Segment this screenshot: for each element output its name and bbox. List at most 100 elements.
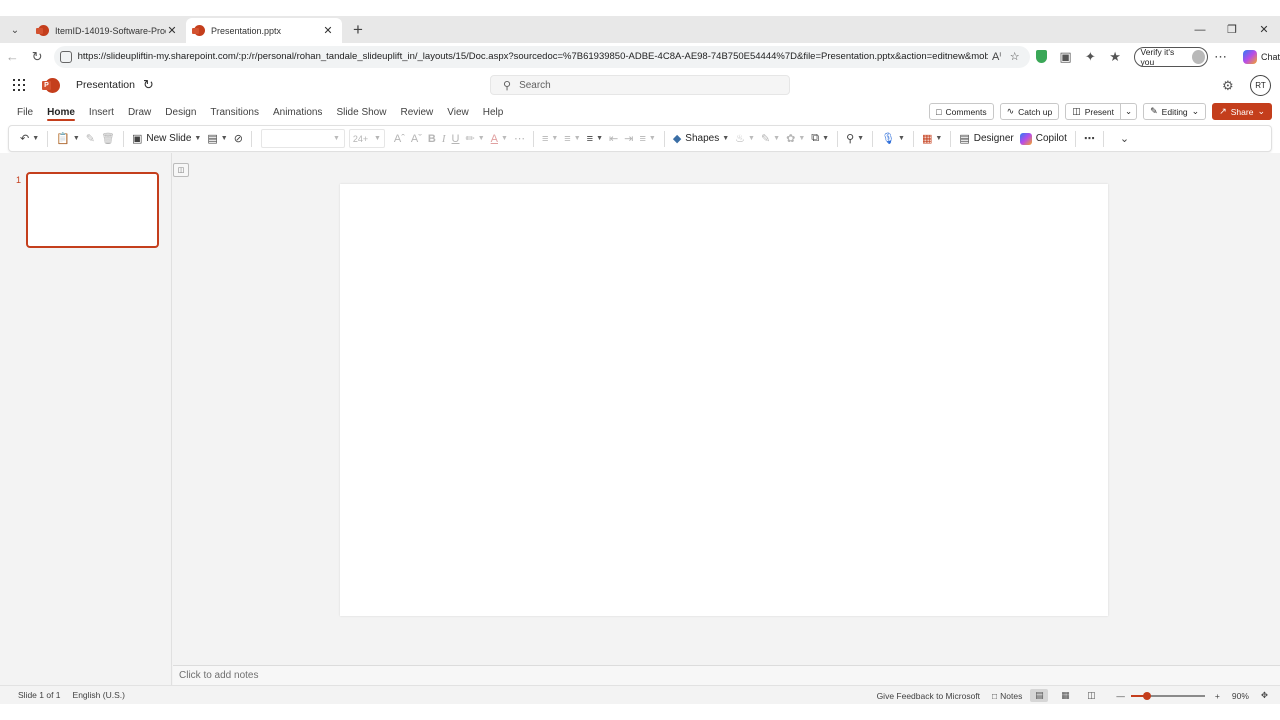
new-tab-plus-icon[interactable]: +	[346, 18, 370, 42]
minimize-icon[interactable]: —	[1184, 16, 1216, 43]
verify-label: Verify it's you	[1140, 46, 1175, 67]
font-family-select[interactable]: ▼	[260, 129, 345, 148]
window-controls: — ❐ ✕	[1184, 16, 1280, 43]
feedback-link[interactable]: Give Feedback to Microsoft	[877, 691, 980, 701]
fit-to-window-icon[interactable]: ✥	[1261, 690, 1268, 701]
slide-sorter-icon[interactable]: ▦	[1056, 689, 1074, 702]
chevron-down-icon: ▼	[898, 135, 905, 142]
highlight-button[interactable]: ✏ ▼	[463, 128, 488, 149]
tab-draw[interactable]: Draw	[121, 100, 158, 124]
document-title[interactable]: Presentation	[76, 79, 135, 91]
hide-slide-button[interactable]: ⊘	[231, 128, 246, 149]
tab-view[interactable]: View	[440, 100, 476, 124]
expand-ribbon-button[interactable]: ⌄	[1117, 128, 1132, 149]
restore-icon[interactable]: ❐	[1216, 16, 1248, 43]
designer-button[interactable]: ▤ Designer	[956, 128, 1016, 149]
zoom-out-icon[interactable]: —	[1116, 691, 1125, 701]
comments-button[interactable]: □ Comments	[929, 103, 994, 120]
layout-button[interactable]: ▤ ▼	[204, 128, 230, 149]
shapes-button[interactable]: ◆ Shapes ▼	[670, 128, 732, 149]
tab-help[interactable]: Help	[476, 100, 511, 124]
chevron-down-icon: ▼	[773, 135, 781, 142]
italic-button[interactable]: I	[439, 128, 449, 149]
dictate-button[interactable]: 🎙 ▼	[878, 128, 908, 149]
zoom-slider-handle[interactable]	[1143, 691, 1152, 700]
verify-profile-button[interactable]: Verify it's you	[1133, 46, 1209, 67]
underline-button[interactable]: U	[449, 128, 463, 149]
close-window-icon[interactable]: ✕	[1248, 16, 1280, 43]
tab-home[interactable]: Home	[40, 100, 82, 124]
slide-canvas[interactable]	[340, 184, 1108, 616]
tab-transitions[interactable]: Transitions	[203, 100, 266, 124]
avatar[interactable]: RT	[1250, 75, 1271, 96]
extensions-puzzle-icon[interactable]: ✦	[1078, 45, 1103, 69]
format-painter-button[interactable]: ✎	[83, 128, 98, 149]
app-launcher-icon[interactable]	[13, 79, 25, 91]
tab-slide-show[interactable]: Slide Show	[329, 100, 393, 124]
paragraph-options-button[interactable]: ≡ ▼	[636, 128, 658, 149]
paste-button[interactable]: 📋 ▼	[53, 128, 83, 149]
collapse-pane-icon[interactable]: ◫	[173, 163, 189, 177]
normal-view-icon[interactable]: ▤	[1030, 689, 1049, 702]
tab-list-chevron-icon[interactable]: ⌄	[4, 19, 26, 41]
align-button[interactable]: ≡ ▼	[584, 128, 606, 149]
delete-button[interactable]: 🗑	[98, 128, 118, 149]
shrink-font-button[interactable]: Aˇ	[408, 128, 425, 149]
bold-button[interactable]: B	[425, 128, 439, 149]
language-indicator[interactable]: English (U.S.)	[73, 690, 125, 700]
shape-outline-button[interactable]: ✎ ▼	[758, 128, 783, 149]
font-size-select[interactable]: 24+ ▼	[348, 129, 385, 148]
more-dots-icon[interactable]: ⋯	[1208, 45, 1233, 69]
close-tab-icon[interactable]: ✕	[322, 24, 334, 37]
new-slide-button[interactable]: ▣ New Slide ▼	[129, 128, 204, 149]
add-ins-button[interactable]: ▦ ▼	[919, 128, 945, 149]
shape-fill-button[interactable]: ♨ ▼	[732, 128, 758, 149]
tab-design[interactable]: Design	[158, 100, 203, 124]
font-color-button[interactable]: A ▼	[488, 128, 511, 149]
copilot-button[interactable]: Copilot	[1017, 128, 1070, 149]
decrease-indent-button[interactable]: ⇤	[606, 128, 621, 149]
numbering-button[interactable]: ≡ ▼	[561, 128, 583, 149]
shapes-icon: ◆	[672, 133, 682, 145]
tab-review[interactable]: Review	[393, 100, 440, 124]
catch-up-button[interactable]: ∿ Catch up	[999, 103, 1060, 120]
url-field[interactable]: https://slideupliftin-my.sharepoint.com/…	[53, 45, 1030, 68]
search-input[interactable]: ⚲ Search	[490, 75, 790, 95]
browser-tab-presentation[interactable]: Presentation.pptx ✕	[186, 18, 342, 43]
find-button[interactable]: ⚲ ▼	[843, 128, 867, 149]
zoom-slider[interactable]	[1130, 691, 1205, 700]
editing-mode-button[interactable]: ✎ Editing ⌄	[1143, 103, 1207, 120]
tab-insert[interactable]: Insert	[82, 100, 121, 124]
extension-icon[interactable]: ▣	[1053, 45, 1078, 69]
share-button[interactable]: ↗ Share ⌄	[1212, 103, 1272, 120]
notes-pane[interactable]: Click to add notes	[173, 665, 1280, 685]
refresh-icon[interactable]: ↻	[25, 45, 50, 69]
more-options-button[interactable]: ⋯	[1081, 128, 1098, 149]
present-button[interactable]: ◫ Present ⌄	[1065, 103, 1138, 120]
slide-thumbnail[interactable]	[26, 172, 159, 248]
tab-animations[interactable]: Animations	[266, 100, 329, 124]
bullets-button[interactable]: ≡ ▼	[539, 128, 561, 149]
increase-indent-button[interactable]: ⇥	[621, 128, 636, 149]
shape-effects-button[interactable]: ✿ ▼	[783, 128, 808, 149]
browser-tab-itemid[interactable]: ItemID-14019-Software-Product-R ✕	[30, 18, 186, 43]
back-arrow-icon[interactable]: ←	[0, 45, 25, 69]
favorites-icon[interactable]: ★	[1103, 45, 1128, 69]
copilot-chat-button[interactable]: Chat	[1243, 49, 1280, 64]
arrange-button[interactable]: ⧉ ▼	[808, 128, 832, 149]
close-tab-icon[interactable]: ✕	[166, 24, 178, 37]
shield-extension-icon[interactable]	[1035, 50, 1048, 63]
gear-icon[interactable]: ⚙	[1222, 78, 1234, 94]
read-aloud-icon[interactable]: Aⁱ	[988, 50, 1006, 63]
more-font-options-button[interactable]: ⋯	[511, 128, 528, 149]
grow-font-button[interactable]: Aˆ	[391, 128, 408, 149]
site-info-icon[interactable]	[59, 50, 72, 63]
notes-toggle[interactable]: □ Notes	[992, 691, 1022, 701]
chevron-down-icon[interactable]: ⌄	[1120, 104, 1136, 119]
zoom-level[interactable]: 90%	[1232, 691, 1249, 701]
favorite-star-icon[interactable]: ☆	[1006, 50, 1024, 63]
slideshow-view-icon[interactable]: ◫	[1082, 689, 1100, 702]
zoom-in-icon[interactable]: +	[1215, 691, 1220, 701]
undo-button[interactable]: ↶ ▼	[17, 128, 42, 149]
tab-file[interactable]: File	[10, 100, 40, 124]
